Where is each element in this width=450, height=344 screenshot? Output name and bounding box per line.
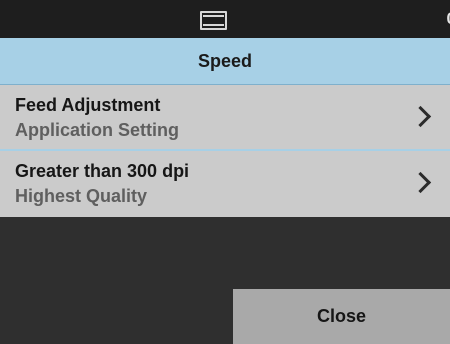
speed-settings-screen: 0 Speed Feed Adjustment Application Sett… (0, 0, 450, 344)
chevron-right-icon (409, 171, 432, 194)
menu-item-feed-adjustment[interactable]: Feed Adjustment Application Setting (0, 85, 450, 151)
status-bar: 0 (0, 0, 450, 38)
page-title: Speed (0, 38, 450, 85)
menu-item-title: Greater than 300 dpi (15, 161, 190, 181)
chevron-right-icon (409, 105, 432, 128)
menu-item-title: Feed Adjustment (15, 95, 161, 115)
output-tray-icon (200, 11, 227, 30)
status-count: 0 (447, 9, 450, 29)
close-button[interactable]: Close (233, 289, 450, 344)
menu-item-subtitle: Application Setting (15, 120, 179, 140)
menu-item-greater-than-300-dpi[interactable]: Greater than 300 dpi Highest Quality (0, 151, 450, 217)
menu-item-subtitle: Highest Quality (15, 186, 148, 206)
